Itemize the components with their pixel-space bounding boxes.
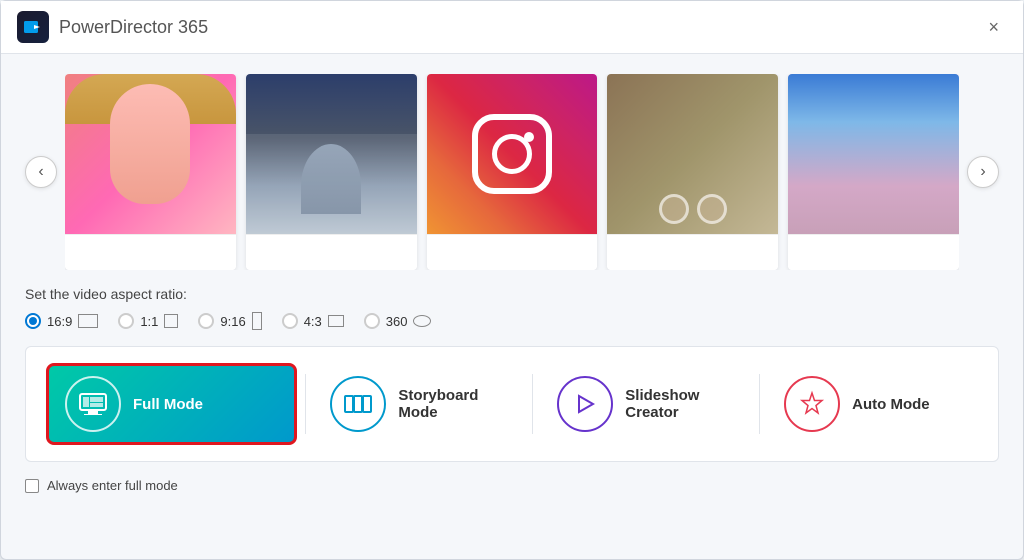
shape-11 (164, 314, 178, 328)
title-bar: PowerDirector 365 × (1, 1, 1023, 54)
full-mode-icon (65, 376, 121, 432)
radio-11[interactable] (118, 313, 134, 329)
full-mode-button[interactable]: Full Mode (46, 363, 297, 445)
radio-916[interactable] (198, 313, 214, 329)
always-full-mode-checkbox[interactable] (25, 479, 39, 493)
app-icon (17, 11, 49, 43)
shape-916 (252, 312, 262, 330)
slideshow-mode-icon (557, 376, 613, 432)
app-title: PowerDirector 365 (59, 17, 208, 38)
radio-43[interactable] (282, 313, 298, 329)
divider-2 (532, 374, 533, 434)
close-button[interactable]: × (980, 13, 1007, 42)
thumbnail-4[interactable] (788, 74, 959, 270)
aspect-option-11[interactable]: 1:1 (118, 313, 178, 329)
aspect-options-row: 16:9 1:1 9:16 4:3 (25, 312, 999, 330)
always-full-mode-label: Always enter full mode (47, 478, 178, 493)
aspect-ratio-section: Set the video aspect ratio: 16:9 1:1 9:1… (25, 286, 999, 330)
carousel-next-button[interactable]: › (967, 156, 999, 188)
thumbnail-1[interactable] (246, 74, 417, 270)
shape-360 (413, 315, 431, 327)
radio-360[interactable] (364, 313, 380, 329)
checkbox-row: Always enter full mode (25, 478, 999, 493)
aspect-option-169[interactable]: 16:9 (25, 313, 98, 329)
full-mode-label: Full Mode (133, 396, 203, 413)
thumbnails-container (65, 74, 959, 270)
aspect-option-43[interactable]: 4:3 (282, 313, 344, 329)
thumbnail-2[interactable] (427, 74, 598, 270)
thumbnail-3[interactable] (607, 74, 778, 270)
aspect-option-916[interactable]: 9:16 (198, 312, 261, 330)
storyboard-mode-button[interactable]: Storyboard Mode (314, 368, 524, 440)
storyboard-mode-icon (330, 376, 386, 432)
auto-mode-label: Auto Mode (852, 396, 929, 413)
storyboard-mode-label: Storyboard Mode (398, 387, 508, 421)
shape-43 (328, 315, 344, 327)
app-window: PowerDirector 365 × ‹ (0, 0, 1024, 560)
auto-mode-icon (784, 376, 840, 432)
carousel-prev-button[interactable]: ‹ (25, 156, 57, 188)
divider-3 (759, 374, 760, 434)
aspect-ratio-label: Set the video aspect ratio: (25, 286, 999, 302)
thumbnail-0[interactable] (65, 74, 236, 270)
mode-section: Full Mode Storyboard Mode (25, 346, 999, 462)
auto-mode-button[interactable]: Auto Mode (768, 368, 978, 440)
carousel-area: ‹ (25, 74, 999, 270)
slideshow-mode-label: Slideshow Creator (625, 387, 735, 421)
shape-169 (78, 314, 98, 328)
radio-169[interactable] (25, 313, 41, 329)
aspect-option-360[interactable]: 360 (364, 313, 432, 329)
slideshow-mode-button[interactable]: Slideshow Creator (541, 368, 751, 440)
main-content: ‹ (1, 54, 1023, 559)
divider-1 (305, 374, 306, 434)
